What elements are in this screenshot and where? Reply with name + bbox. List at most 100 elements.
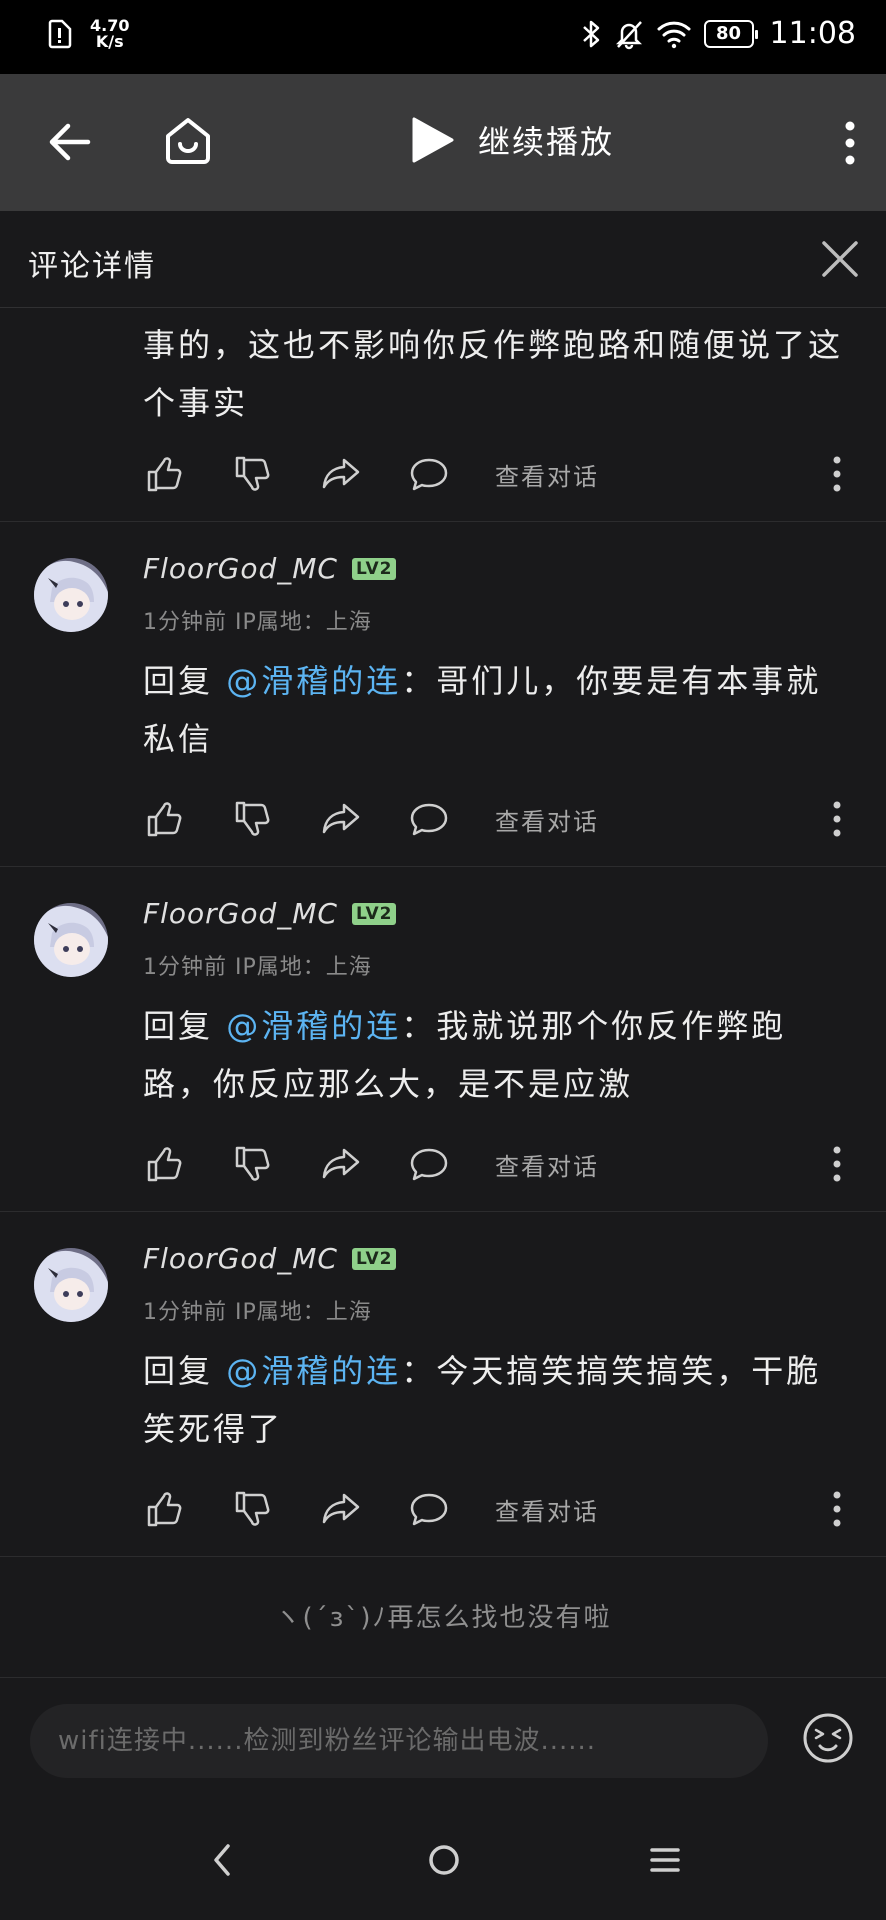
home-icon[interactable] [160,112,216,168]
comment-text: 回复 @滑稽的连：我就说那个你反作弊跑路，你反应那么大，是不是应激 [143,997,843,1113]
like-button[interactable] [143,1487,187,1531]
ip-location: IP属地：上海 [235,955,372,980]
share-button[interactable] [319,1487,363,1531]
comment-actions: 查看对话 [143,452,599,496]
level-badge: LV2 [351,1247,397,1270]
panel-title: 评论详情 [28,249,156,284]
share-arrow-icon [322,1148,360,1179]
nav-home-icon[interactable] [424,1840,464,1880]
reply-button[interactable] [407,1142,451,1186]
comment-meta: 1分钟前 IP属地：上海 [143,1294,372,1326]
play-icon [412,117,454,163]
continue-playing-button[interactable]: 继续播放 [410,116,614,164]
comment-bubble-icon [410,1148,448,1181]
thumbs-down-icon [235,1491,270,1526]
reply-prefix: 回复 [143,1352,214,1390]
list-item: 事的，这也不影响你反作弊跑路和随便说了这个事实 查看对话 [0,308,886,522]
like-button[interactable] [143,452,187,496]
end-of-list-note: ヽ(´з`)ﾉ再怎么找也没有啦 [0,1558,886,1678]
mention-link[interactable]: @滑稽的连 [226,1007,401,1045]
reply-button[interactable] [407,1487,451,1531]
nav-menu-icon[interactable] [648,1840,682,1880]
dislike-button[interactable] [231,1142,275,1186]
reply-prefix: 回复 [143,662,214,700]
comment-meta: 1分钟前 IP属地：上海 [143,604,372,636]
comment-text: 回复 @滑稽的连：今天搞笑搞笑搞笑，干脆笑死得了 [143,1342,843,1458]
arrow-left-icon[interactable] [44,116,96,168]
ip-location: IP属地：上海 [235,610,372,635]
comment-detail-header: 评论详情 [0,211,886,308]
thumbs-up-icon [147,802,182,837]
comment-bubble-icon [410,1493,448,1526]
dislike-button[interactable] [231,452,275,496]
like-button[interactable] [143,1142,187,1186]
comment-bubble-icon [410,803,448,836]
emoji-face-icon[interactable] [802,1712,854,1764]
share-button[interactable] [319,1142,363,1186]
ip-location: IP属地：上海 [235,1300,372,1325]
mention-link[interactable]: @滑稽的连 [226,662,401,700]
system-navigation-bar [0,1798,886,1920]
comment-feed: 事的，这也不影响你反作弊跑路和随便说了这个事实 查看对话 FloorGod_MC… [0,308,886,1557]
network-speed-unit: K/s [95,32,124,51]
comment-author-row: FloorGod_MC LV2 [143,552,397,585]
bell-muted-icon [615,20,642,49]
share-arrow-icon [322,1493,360,1524]
more-vertical-icon[interactable] [832,1144,842,1184]
level-badge: LV2 [351,557,397,580]
comment-author-row: FloorGod_MC LV2 [143,897,397,930]
like-button[interactable] [143,797,187,841]
comment-author-row: FloorGod_MC LV2 [143,1242,397,1275]
reply-button[interactable] [407,797,451,841]
top-navigation-bar: 继续播放 [0,74,886,211]
comment-actions: 查看对话 [143,1487,599,1531]
anime-avatar-icon [34,558,108,632]
comment-time: 1分钟前 [143,955,227,980]
more-vertical-icon[interactable] [832,454,842,494]
username[interactable]: FloorGod_MC [143,552,338,585]
username[interactable]: FloorGod_MC [143,1242,338,1275]
avatar[interactable] [34,558,108,632]
dislike-button[interactable] [231,1487,275,1531]
thumbs-up-icon [147,1147,182,1182]
share-button[interactable] [319,797,363,841]
username[interactable]: FloorGod_MC [143,897,338,930]
thumbs-down-icon [235,801,270,836]
comment-time: 1分钟前 [143,610,227,635]
more-vertical-icon[interactable] [832,799,842,839]
thumbs-down-icon [235,1146,270,1181]
close-icon[interactable] [820,239,860,279]
share-arrow-icon [322,458,360,489]
clock: 11:08 [769,16,856,51]
wifi-icon [657,21,691,48]
more-vertical-icon[interactable] [842,120,858,166]
share-button[interactable] [319,452,363,496]
network-speed: 4.70 K/s [90,18,129,50]
battery-indicator: 80 [703,19,758,48]
view-conversation-link[interactable]: 查看对话 [495,802,599,837]
view-conversation-link[interactable]: 查看对话 [495,457,599,492]
avatar[interactable] [34,903,108,977]
comment-input[interactable]: wifi连接中......检测到粉丝评论输出电波...... [30,1704,768,1778]
view-conversation-link[interactable]: 查看对话 [495,1147,599,1182]
dislike-button[interactable] [231,797,275,841]
mention-link[interactable]: @滑稽的连 [226,1352,401,1390]
comment-meta: 1分钟前 IP属地：上海 [143,949,372,981]
comment-text: 事的，这也不影响你反作弊跑路和随便说了这个事实 [143,326,844,422]
comment-actions: 查看对话 [143,797,599,841]
comment-actions: 查看对话 [143,1142,599,1186]
thumbs-down-icon [235,456,270,491]
comment-time: 1分钟前 [143,1300,227,1325]
reply-prefix: 回复 [143,1007,214,1045]
list-item: FloorGod_MC LV2 1分钟前 IP属地：上海 回复 @滑稽的连：哥们… [0,522,886,867]
comment-bubble-icon [410,458,448,491]
continue-playing-label: 继续播放 [478,123,615,161]
sim-alert-icon [48,19,72,49]
bluetooth-icon [582,20,599,47]
nav-back-icon[interactable] [208,1840,236,1880]
more-vertical-icon[interactable] [832,1489,842,1529]
avatar[interactable] [34,1248,108,1322]
reply-button[interactable] [407,452,451,496]
share-arrow-icon [322,803,360,834]
view-conversation-link[interactable]: 查看对话 [495,1492,599,1527]
